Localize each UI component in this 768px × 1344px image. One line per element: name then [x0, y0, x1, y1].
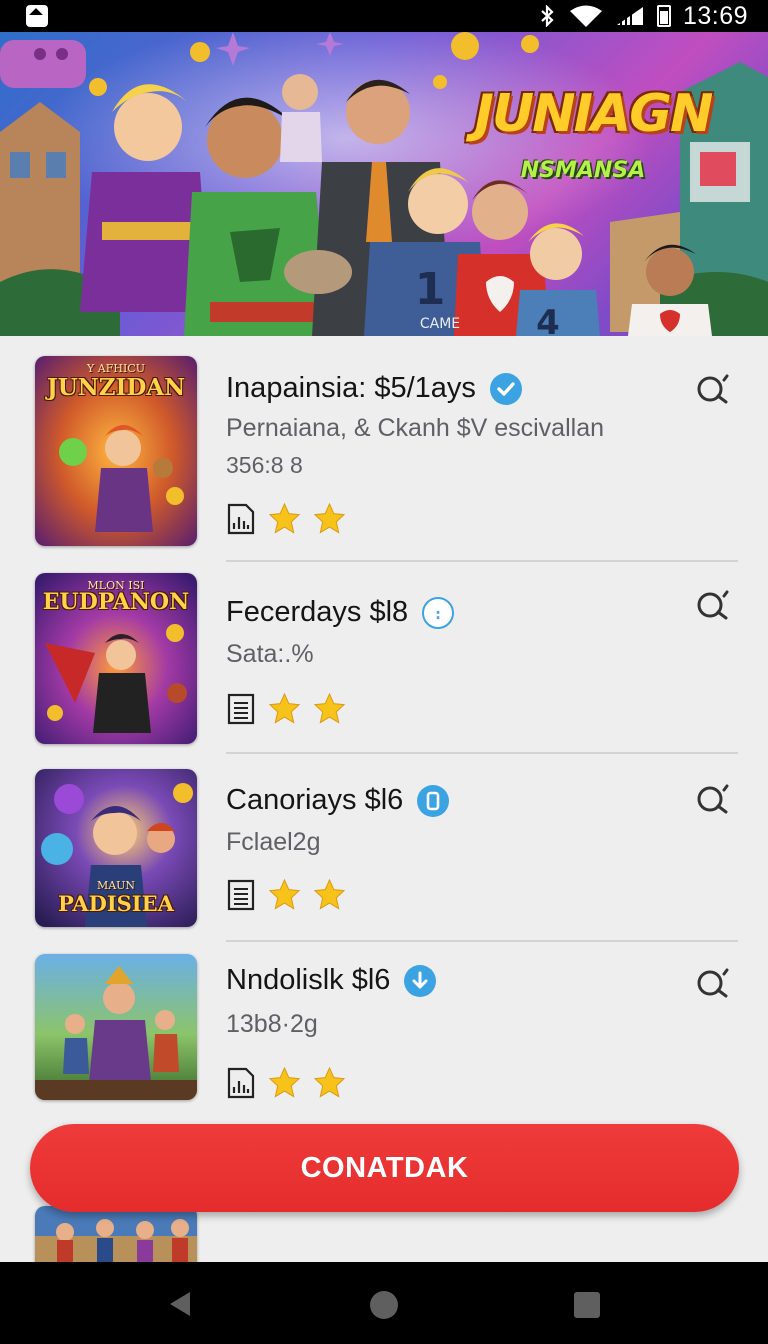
item-rating-row [226, 502, 346, 535]
jersey-text: CAME [420, 316, 460, 332]
search-icon[interactable] [696, 372, 730, 406]
app-notification-icon [26, 5, 48, 27]
back-icon[interactable] [168, 1291, 192, 1317]
thumbnail-art [35, 954, 197, 1100]
star-icon [313, 878, 346, 910]
item-rating-row [226, 1066, 346, 1099]
star-icon [268, 502, 301, 534]
item-subtitle: Sata:.% [226, 640, 314, 668]
verified-check-icon [489, 372, 522, 405]
recents-icon[interactable] [574, 1292, 600, 1318]
thumbnail-art [35, 1206, 197, 1262]
bluetooth-icon [541, 5, 554, 27]
hero-subtitle: NSMANSA [520, 158, 646, 183]
list-item[interactable]: MAUN PADISIEA Canoriays $l6 Fclael2g [0, 754, 768, 942]
document-icon [227, 1067, 255, 1098]
device-icon [417, 784, 450, 817]
search-icon[interactable] [696, 966, 730, 1000]
game-thumbnail[interactable]: Y AFHICU JUNZIDAN [35, 356, 197, 546]
info-outline-icon: : [422, 596, 455, 629]
document-icon [227, 693, 255, 724]
search-icon[interactable] [696, 588, 730, 622]
cta-button[interactable]: CONATDAK [30, 1124, 739, 1212]
item-rating-row [226, 692, 346, 725]
hero-title: JUNIAGN [474, 84, 714, 144]
item-title-text: Inapainsia: $5/1ays [226, 372, 476, 404]
star-icon [268, 1066, 301, 1098]
search-icon[interactable] [696, 782, 730, 816]
document-icon [227, 879, 255, 910]
item-title: Fecerdays $l8 : [226, 596, 455, 629]
star-icon [268, 692, 301, 724]
item-rating-row [226, 878, 346, 911]
item-title-text: Fecerdays $l8 [226, 596, 409, 628]
star-icon [313, 502, 346, 534]
thumbnail-title: EUDPANON [42, 589, 190, 615]
navigation-bar [0, 1262, 768, 1344]
game-thumbnail[interactable] [35, 954, 197, 1100]
thumbnail-title: JUNZIDAN [46, 374, 186, 401]
signal-icon [616, 7, 643, 25]
list-item[interactable]: Nndolislk $l6 13b8·2g [0, 942, 768, 1112]
item-meta: 356:8 8 [226, 452, 303, 478]
item-title: Nndolislk $l6 [226, 964, 437, 997]
clock: 13:69 [682, 1, 748, 30]
status-bar: 13:69 [0, 0, 768, 32]
list-item[interactable]: Y AFHICU JUNZIDAN Inapainsia: $5/1ays Pe… [0, 336, 768, 564]
star-icon [268, 878, 301, 910]
divider [226, 560, 738, 562]
jersey-number-2: 4 [536, 303, 560, 336]
thumbnail-title: PADISIEA [58, 891, 174, 916]
battery-icon [656, 5, 671, 27]
list-item[interactable]: MLON ISI EUDPANON Fecerdays $l8 : Sata:.… [0, 564, 768, 754]
hero-artwork: 1 4 CAME [0, 32, 768, 336]
status-icons: 13:69 [537, 0, 748, 32]
jersey-number: 1 [415, 264, 446, 315]
item-subtitle: Pernaiana, & Ckanh $V escivallan [226, 414, 605, 442]
game-thumbnail[interactable] [35, 1206, 197, 1262]
star-icon [313, 1066, 346, 1098]
item-title-text: Nndolislk $l6 [226, 964, 391, 996]
wifi-icon [569, 5, 602, 27]
item-subtitle: Fclael2g [226, 828, 321, 856]
home-icon[interactable] [370, 1291, 398, 1319]
item-title-text: Canoriays $l6 [226, 784, 404, 816]
star-icon [313, 692, 346, 724]
game-thumbnail[interactable]: MAUN PADISIEA [35, 769, 197, 927]
item-subtitle: 13b8·2g [226, 1010, 318, 1038]
item-title: Canoriays $l6 [226, 784, 450, 817]
document-icon [227, 503, 255, 534]
svg-text::: : [435, 607, 441, 623]
download-arrow-icon [404, 964, 437, 997]
item-title: Inapainsia: $5/1ays [226, 372, 522, 405]
game-thumbnail[interactable]: MLON ISI EUDPANON [35, 573, 197, 744]
hero-banner[interactable]: 1 4 CAME JUNIAGN NSMANSA [0, 32, 768, 336]
